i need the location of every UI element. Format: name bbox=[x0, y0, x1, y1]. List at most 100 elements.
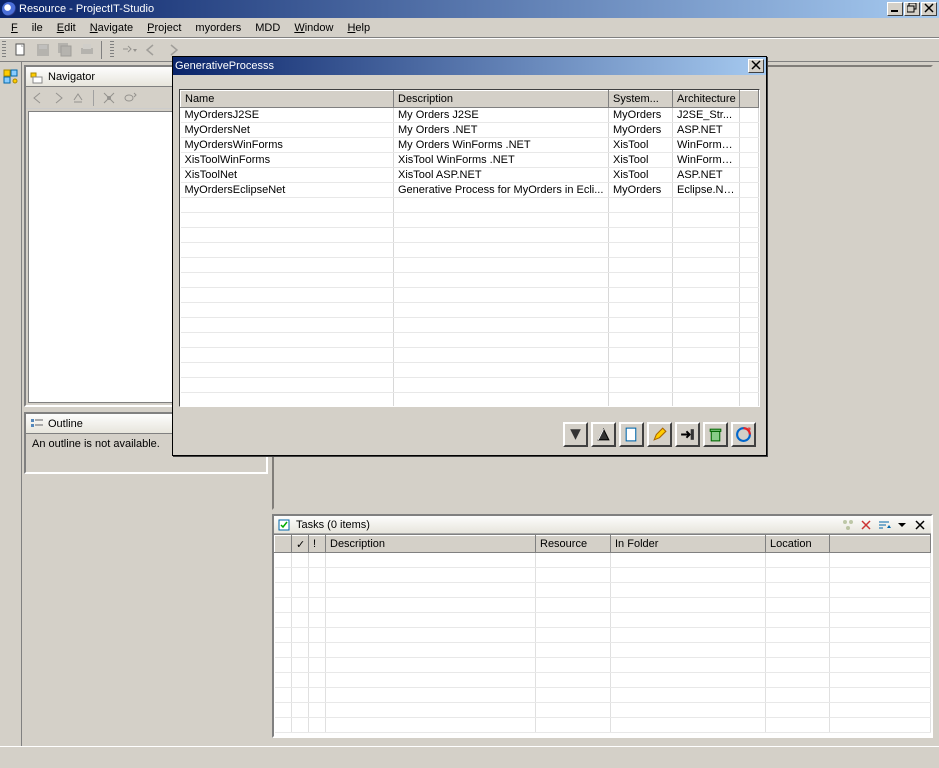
restore-button[interactable] bbox=[904, 2, 920, 16]
tasks-col-header[interactable]: Location bbox=[766, 536, 830, 553]
app-icon bbox=[2, 2, 16, 16]
nav-dropdown-button[interactable] bbox=[118, 39, 140, 61]
tasks-row[interactable] bbox=[275, 628, 931, 643]
menu-project[interactable]: Project bbox=[140, 20, 188, 36]
nav-back-icon[interactable] bbox=[30, 90, 46, 106]
navigator-title: Navigator bbox=[48, 71, 95, 83]
save-button[interactable] bbox=[32, 39, 54, 61]
tasks-row[interactable] bbox=[275, 613, 931, 628]
move-up-button[interactable] bbox=[591, 422, 616, 447]
save-all-button[interactable] bbox=[54, 39, 76, 61]
table-row[interactable]: XisToolNetXisTool ASP.NETXisToolASP.NET bbox=[181, 168, 759, 183]
col-header[interactable]: Name bbox=[181, 91, 394, 108]
table-row[interactable] bbox=[181, 273, 759, 288]
table-row[interactable] bbox=[181, 363, 759, 378]
dialog-close-button[interactable] bbox=[748, 59, 764, 73]
tasks-col-header[interactable]: ! bbox=[309, 536, 326, 553]
tasks-delete-icon[interactable] bbox=[859, 518, 873, 532]
tasks-col-header[interactable]: Resource bbox=[536, 536, 611, 553]
toolbar-sep bbox=[101, 41, 107, 59]
col-header[interactable]: Description bbox=[394, 91, 609, 108]
table-row[interactable] bbox=[181, 348, 759, 363]
tasks-sort-icon[interactable] bbox=[877, 518, 891, 532]
menu-myorders[interactable]: myorders bbox=[188, 20, 248, 36]
table-row[interactable] bbox=[181, 378, 759, 393]
tasks-row[interactable] bbox=[275, 718, 931, 733]
tasks-row[interactable] bbox=[275, 643, 931, 658]
new-button[interactable] bbox=[619, 422, 644, 447]
tasks-filter-icon[interactable] bbox=[841, 518, 855, 532]
table-row[interactable] bbox=[181, 333, 759, 348]
tasks-col-header[interactable] bbox=[275, 536, 292, 553]
perspective-bar bbox=[0, 62, 22, 746]
collapse-all-icon[interactable] bbox=[101, 90, 117, 106]
table-row[interactable] bbox=[181, 258, 759, 273]
table-row[interactable] bbox=[181, 228, 759, 243]
tasks-title: Tasks (0 items) bbox=[296, 519, 370, 531]
tasks-row[interactable] bbox=[275, 583, 931, 598]
table-row[interactable] bbox=[181, 288, 759, 303]
tasks-menu-icon[interactable] bbox=[895, 518, 909, 532]
tasks-row[interactable] bbox=[275, 658, 931, 673]
menu-edit[interactable]: Edit bbox=[50, 20, 83, 36]
table-row[interactable] bbox=[181, 198, 759, 213]
tasks-table[interactable]: ✓!DescriptionResourceIn FolderLocation bbox=[274, 535, 931, 733]
tasks-row[interactable] bbox=[275, 688, 931, 703]
col-header[interactable]: System... bbox=[609, 91, 673, 108]
menu-help[interactable]: Help bbox=[340, 20, 377, 36]
menu-window[interactable]: Window bbox=[287, 20, 340, 36]
table-row[interactable]: MyOrdersJ2SEMy Orders J2SEMyOrdersJ2SE_S… bbox=[181, 108, 759, 123]
tasks-col-header[interactable]: In Folder bbox=[611, 536, 766, 553]
nav-up-icon[interactable] bbox=[70, 90, 86, 106]
status-bar bbox=[0, 746, 939, 768]
table-row[interactable] bbox=[181, 318, 759, 333]
tasks-view: Tasks (0 items) ✓!DescriptionResourceIn … bbox=[272, 514, 933, 738]
tasks-close-icon[interactable] bbox=[913, 518, 927, 532]
menu-file[interactable]: File bbox=[4, 20, 50, 36]
toolbar-handle[interactable] bbox=[2, 41, 6, 59]
outline-icon bbox=[30, 417, 44, 431]
toolbar-handle-2[interactable] bbox=[110, 41, 114, 59]
edit-button[interactable] bbox=[647, 422, 672, 447]
table-row[interactable]: MyOrdersEclipseNetGenerative Process for… bbox=[181, 183, 759, 198]
minimize-button[interactable] bbox=[887, 2, 903, 16]
move-down-button[interactable] bbox=[563, 422, 588, 447]
table-row[interactable]: MyOrdersNetMy Orders .NETMyOrdersASP.NET bbox=[181, 123, 759, 138]
open-perspective-button[interactable] bbox=[0, 66, 22, 88]
col-header[interactable]: Architecture bbox=[673, 91, 740, 108]
window-title: Resource - ProjectIT-Studio bbox=[19, 3, 886, 15]
table-row[interactable]: XisToolWinFormsXisTool WinForms .NETXisT… bbox=[181, 153, 759, 168]
tasks-icon bbox=[278, 518, 292, 532]
menu-navigate[interactable]: Navigate bbox=[83, 20, 140, 36]
table-row[interactable]: MyOrdersWinFormsMy Orders WinForms .NETX… bbox=[181, 138, 759, 153]
tasks-row[interactable] bbox=[275, 673, 931, 688]
table-row[interactable] bbox=[181, 393, 759, 408]
new-button[interactable] bbox=[10, 39, 32, 61]
print-button[interactable] bbox=[76, 39, 98, 61]
table-row[interactable] bbox=[181, 243, 759, 258]
tasks-row[interactable] bbox=[275, 598, 931, 613]
delete-button[interactable] bbox=[703, 422, 728, 447]
tasks-col-header[interactable]: Description bbox=[326, 536, 536, 553]
run-button[interactable] bbox=[731, 422, 756, 447]
tasks-col-header[interactable] bbox=[830, 536, 931, 553]
menu-mdd[interactable]: MDD bbox=[248, 20, 287, 36]
close-button[interactable] bbox=[921, 2, 937, 16]
tasks-row[interactable] bbox=[275, 568, 931, 583]
tasks-row[interactable] bbox=[275, 553, 931, 568]
table-row[interactable] bbox=[181, 303, 759, 318]
table-row[interactable] bbox=[181, 213, 759, 228]
outline-title: Outline bbox=[48, 418, 83, 430]
tasks-col-header[interactable]: ✓ bbox=[292, 536, 309, 553]
dialog-title: GenerativeProcesss bbox=[175, 60, 747, 72]
title-bar: Resource - ProjectIT-Studio bbox=[0, 0, 939, 18]
back-button[interactable] bbox=[140, 39, 162, 61]
nav-forward-icon[interactable] bbox=[50, 90, 66, 106]
import-button[interactable] bbox=[675, 422, 700, 447]
navigator-icon bbox=[30, 70, 44, 84]
process-table[interactable]: NameDescriptionSystem...Architecture MyO… bbox=[180, 90, 759, 407]
link-editor-icon[interactable] bbox=[121, 90, 137, 106]
generative-process-dialog: GenerativeProcesss NameDescriptionSystem… bbox=[172, 56, 767, 456]
menu-bar: File Edit Navigate Project myorders MDD … bbox=[0, 18, 939, 38]
tasks-row[interactable] bbox=[275, 703, 931, 718]
